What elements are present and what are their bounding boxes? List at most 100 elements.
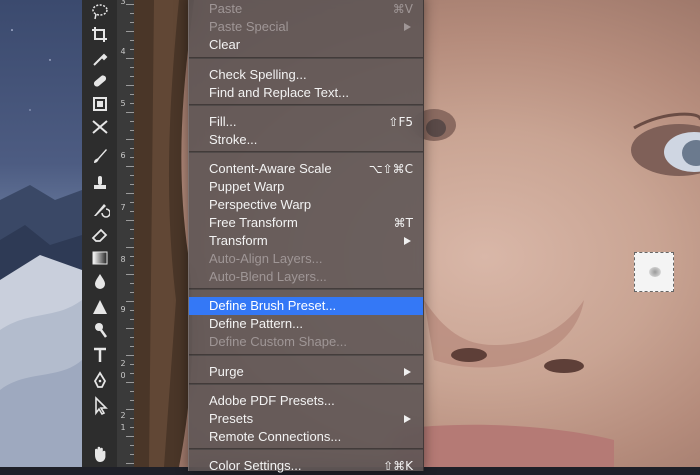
menu-item-fill[interactable]: Fill... ⇧F5 <box>189 113 423 131</box>
ruler-tick <box>126 220 134 221</box>
ruler-number: 9 <box>120 305 126 314</box>
ruler-number: 0 <box>120 371 126 380</box>
healing-brush-icon[interactable] <box>87 70 113 92</box>
ruler-tick <box>126 112 134 113</box>
menu-item-auto-blend-layers: Auto-Blend Layers... <box>189 268 423 286</box>
menu-item-clear[interactable]: Clear <box>189 36 423 54</box>
ruler-number: 7 <box>120 203 126 212</box>
menu-item-content-aware-scale[interactable]: Content-Aware Scale ⌥⇧⌘C <box>189 160 423 178</box>
stamp-icon[interactable] <box>87 172 113 194</box>
edit-menu: Paste ⌘V Paste Special Clear Check Spelling.… <box>188 0 424 473</box>
menu-item-check-spelling[interactable]: Check Spelling... <box>189 66 423 84</box>
menu-item-paste: Paste ⌘V <box>189 0 423 18</box>
blur-icon[interactable] <box>87 270 113 292</box>
sharpen-icon[interactable] <box>87 296 113 318</box>
menu-item-purge[interactable]: Purge <box>189 363 423 381</box>
menu-item-auto-align-layers: Auto-Align Layers... <box>189 250 423 268</box>
menu-item-shortcut: ⌘T <box>393 216 413 230</box>
menu-item-label: Auto-Blend Layers... <box>209 269 327 284</box>
menu-item-label: Purge <box>209 364 244 379</box>
brush-blot <box>649 267 661 277</box>
menu-item-transform[interactable]: Transform <box>189 232 423 250</box>
ruler-tick <box>126 31 134 32</box>
menu-item-label: Remote Connections... <box>209 429 342 444</box>
crop-icon[interactable] <box>87 24 113 46</box>
menu-item-label: Puppet Warp <box>209 179 285 194</box>
ruler-tick <box>126 58 134 59</box>
ruler-tick <box>126 301 134 302</box>
menu-item-label: Paste Special <box>209 19 289 34</box>
menu-item-label: Free Transform <box>209 215 298 230</box>
ruler-tick <box>126 247 134 248</box>
menu-item-shortcut: ⌘V <box>392 2 413 16</box>
ruler-tick <box>126 4 134 5</box>
ruler-number: 2 <box>120 411 126 420</box>
ruler-number: 8 <box>120 255 126 264</box>
ruler-tick <box>126 382 134 383</box>
menu-item-puppet-warp[interactable]: Puppet Warp <box>189 178 423 196</box>
menu-item-adobe-pdf-presets[interactable]: Adobe PDF Presets... <box>189 392 423 410</box>
menu-item-label: Find and Replace Text... <box>209 85 349 100</box>
ruler-number: 3 <box>120 0 126 6</box>
ruler-tick <box>126 166 134 167</box>
path-select-icon[interactable] <box>87 395 113 417</box>
menu-item-label: Define Brush Preset... <box>209 298 337 313</box>
pen-icon[interactable] <box>87 370 113 392</box>
lasso-icon[interactable] <box>87 1 113 23</box>
submenu-arrow-icon <box>404 415 411 423</box>
type-icon[interactable] <box>87 344 113 366</box>
menu-separator <box>189 288 423 290</box>
menu-item-define-pattern[interactable]: Define Pattern... <box>189 315 423 333</box>
menu-item-label: Define Custom Shape... <box>209 334 348 349</box>
menu-item-label: Define Pattern... <box>209 316 303 331</box>
dodge-icon[interactable] <box>87 319 113 341</box>
menu-item-stroke[interactable]: Stroke... <box>189 131 423 149</box>
brush-icon[interactable] <box>87 145 113 167</box>
menu-item-label: Color Settings... <box>209 458 302 473</box>
menu-separator <box>189 57 423 59</box>
tools-panel <box>82 0 118 467</box>
menu-item-label: Check Spelling... <box>209 67 307 82</box>
menu-item-define-brush-preset[interactable]: Define Brush Preset... <box>189 297 423 315</box>
vertical-ruler: 3 4 5 6 7 8 9 2 0 2 1 <box>117 0 135 467</box>
menu-separator <box>189 448 423 450</box>
ruler-tick <box>126 355 134 356</box>
menu-item-label: Transform <box>209 233 268 248</box>
menu-separator <box>189 104 423 106</box>
gradient-icon[interactable] <box>87 247 113 269</box>
menu-item-paste-special: Paste Special <box>189 18 423 36</box>
ruler-tick <box>126 85 134 86</box>
menu-item-shortcut: ⌥⇧⌘C <box>368 162 413 176</box>
ruler-tick <box>126 409 134 410</box>
ruler-tick <box>126 274 134 275</box>
menu-item-color-settings[interactable]: Color Settings... ⇧⌘K <box>189 457 423 475</box>
frame-icon[interactable] <box>87 116 113 138</box>
ruler-tick <box>126 139 134 140</box>
menu-item-remote-connections[interactable]: Remote Connections... <box>189 428 423 446</box>
menu-item-label: Fill... <box>209 114 237 129</box>
menu-item-label: Clear <box>209 37 241 52</box>
ruler-number: 6 <box>120 151 126 160</box>
menu-item-perspective-warp[interactable]: Perspective Warp <box>189 196 423 214</box>
menu-separator <box>189 151 423 153</box>
menu-item-presets[interactable]: Presets <box>189 410 423 428</box>
submenu-arrow-icon <box>404 237 411 245</box>
patch-icon[interactable] <box>87 93 113 115</box>
history-brush-icon[interactable] <box>87 198 113 220</box>
menu-item-define-custom-shape: Define Custom Shape... <box>189 333 423 351</box>
menu-item-shortcut: ⇧F5 <box>388 115 413 129</box>
submenu-arrow-icon <box>404 23 411 31</box>
menu-item-label: Perspective Warp <box>209 197 312 212</box>
menu-item-free-transform[interactable]: Free Transform ⌘T <box>189 214 423 232</box>
desktop-wallpaper <box>0 0 82 467</box>
ruler-number: 1 <box>120 423 126 432</box>
ruler-number: 2 <box>120 359 126 368</box>
menu-item-find-and-replace-text[interactable]: Find and Replace Text... <box>189 84 423 102</box>
hand-icon[interactable] <box>87 443 113 465</box>
eraser-icon[interactable] <box>87 224 113 246</box>
ruler-tick <box>126 436 134 437</box>
menu-item-label: Adobe PDF Presets... <box>209 393 335 408</box>
menu-item-label: Presets <box>209 411 254 426</box>
eyedropper-icon[interactable] <box>87 47 113 69</box>
menu-item-label: Paste <box>209 1 243 16</box>
